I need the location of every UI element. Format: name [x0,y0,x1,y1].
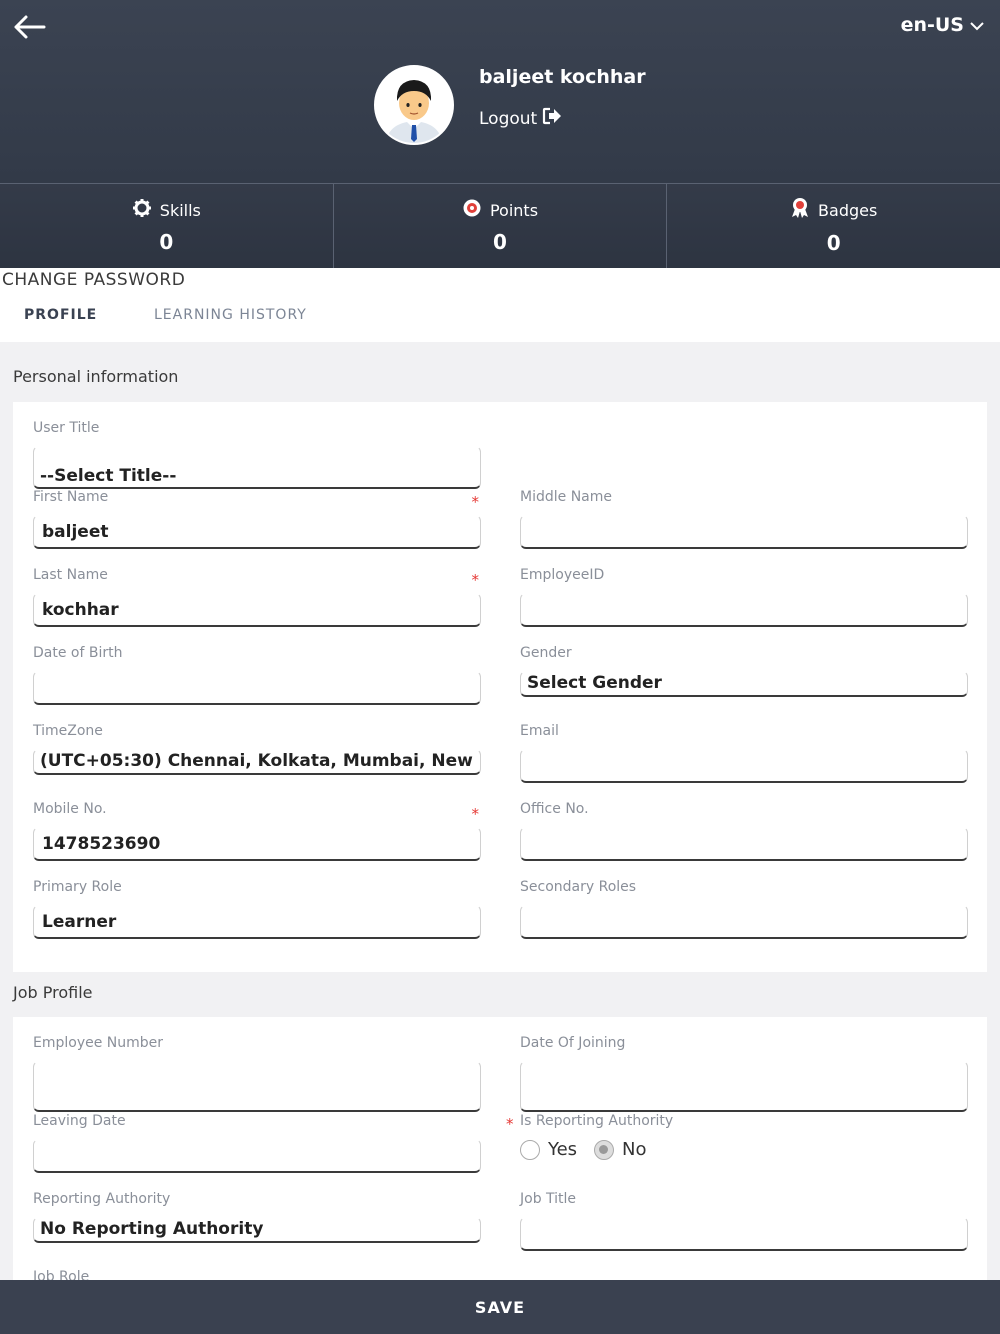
required-asterisk: * [471,493,480,511]
email-input[interactable] [520,749,968,783]
language-label: en-US [900,14,964,36]
field-label: Secondary Roles [520,879,637,895]
field-label: Primary Role [33,879,122,895]
dob-input[interactable] [33,671,481,705]
gender-select[interactable]: Select Gender [520,671,968,697]
first-name-input[interactable]: baljeet [33,515,481,549]
date-of-joining-input[interactable] [520,1061,968,1112]
avatar [374,65,454,145]
logout-label: Logout [479,108,538,129]
profile-header: en-US baljeet kochhar Logout [0,0,1000,183]
radio-yes-circle[interactable] [520,1139,540,1160]
change-password-link[interactable]: CHANGE PASSWORD [2,270,185,290]
field-label: Last Name [33,567,108,583]
field-label: Job Title [520,1191,577,1207]
user-avatar-icon [376,67,452,143]
job-profile-card: Employee Number Date Of Joining Leaving … [13,1017,987,1280]
required-asterisk: * [471,805,480,823]
stat-value: 0 [826,231,841,255]
field-label: TimeZone [33,723,103,739]
tab-profile[interactable]: PROFILE [24,307,97,323]
chevron-down-icon [970,14,984,36]
logout-icon [542,107,562,130]
last-name-input[interactable]: kochhar [33,593,481,627]
field-label: Job Role [33,1269,90,1280]
secondary-roles-input[interactable] [520,905,968,939]
personal-info-card: User Title --Select Title-- First Name *… [13,402,987,972]
radio-no-label: No [622,1139,647,1160]
mobile-input[interactable]: 1478523690 [33,827,481,861]
office-no-input[interactable] [520,827,968,861]
back-arrow-icon[interactable] [12,12,48,42]
required-asterisk: * [506,1115,514,1133]
field-label: Reporting Authority [33,1191,171,1207]
field-label: Office No. [520,801,589,817]
primary-role-input[interactable]: Learner [33,905,481,939]
field-label: User Title [33,420,100,436]
stat-badges[interactable]: Badges 0 [667,184,1000,268]
field-label: Gender [520,645,572,661]
user-title-select[interactable]: --Select Title-- [33,446,481,489]
field-label: Employee Number [33,1035,164,1051]
employee-number-input[interactable] [33,1061,481,1112]
section-title-personal: Personal information [13,367,179,386]
field-label: Date of Birth [33,645,123,661]
required-asterisk: * [471,571,480,589]
field-label: EmployeeID [520,567,605,583]
radio-yes[interactable]: Yes [520,1139,577,1160]
field-label: Is Reporting Authority [520,1113,674,1129]
radio-yes-label: Yes [548,1139,578,1160]
field-label: Leaving Date [33,1113,126,1129]
leaving-date-input[interactable] [33,1139,481,1173]
radio-no-circle[interactable] [594,1139,614,1160]
tab-learning-history[interactable]: LEARNING HISTORY [154,307,307,323]
user-name: baljeet kochhar [479,66,646,88]
stat-points[interactable]: Points 0 [334,184,668,268]
radio-no[interactable]: No [594,1139,646,1160]
gear-icon [132,198,152,222]
ribbon-icon [790,197,810,223]
stat-value: 0 [493,230,507,254]
section-title-job: Job Profile [13,983,93,1002]
job-title-input[interactable] [520,1217,968,1251]
field-label: First Name [33,489,109,505]
badge-star-icon [462,198,482,222]
middle-name-input[interactable] [520,515,968,549]
field-label: Mobile No. [33,801,107,817]
stat-label: Badges [818,200,878,220]
profile-subbar: CHANGE PASSWORD PROFILE LEARNING HISTORY [0,268,1000,342]
logout-button[interactable]: Logout [479,107,562,130]
stats-bar: Skills 0 Points 0 Badges 0 [0,183,1000,268]
stat-label: Skills [159,200,201,220]
language-selector[interactable]: en-US [901,14,984,36]
save-button[interactable]: SAVE [0,1280,1000,1334]
employee-id-input[interactable] [520,593,968,627]
stat-value: 0 [159,230,174,254]
reporting-authority-select[interactable]: No Reporting Authority [33,1217,481,1243]
stat-skills[interactable]: Skills 0 [0,184,334,268]
stat-label: Points [489,200,539,220]
field-label: Date Of Joining [520,1035,626,1051]
field-label: Middle Name [520,489,612,505]
timezone-select[interactable]: (UTC+05:30) Chennai, Kolkata, Mumbai, Ne… [33,749,481,775]
field-label: Email [520,723,559,739]
